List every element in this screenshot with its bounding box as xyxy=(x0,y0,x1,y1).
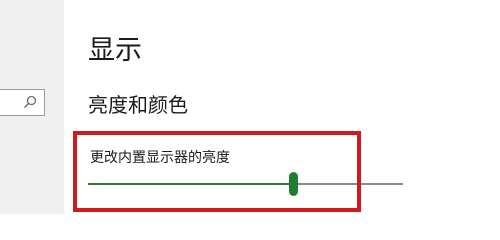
slider-thumb[interactable] xyxy=(288,172,298,196)
search-icon[interactable] xyxy=(23,95,37,109)
search-input[interactable] xyxy=(0,89,45,116)
page-title: 显示 xyxy=(88,35,142,66)
settings-sidebar xyxy=(0,0,64,214)
brightness-slider-label: 更改内置显示器的亮度 xyxy=(90,150,230,166)
brightness-slider[interactable] xyxy=(88,171,403,197)
brightness-color-heading: 亮度和颜色 xyxy=(88,93,188,117)
slider-fill xyxy=(88,183,293,185)
